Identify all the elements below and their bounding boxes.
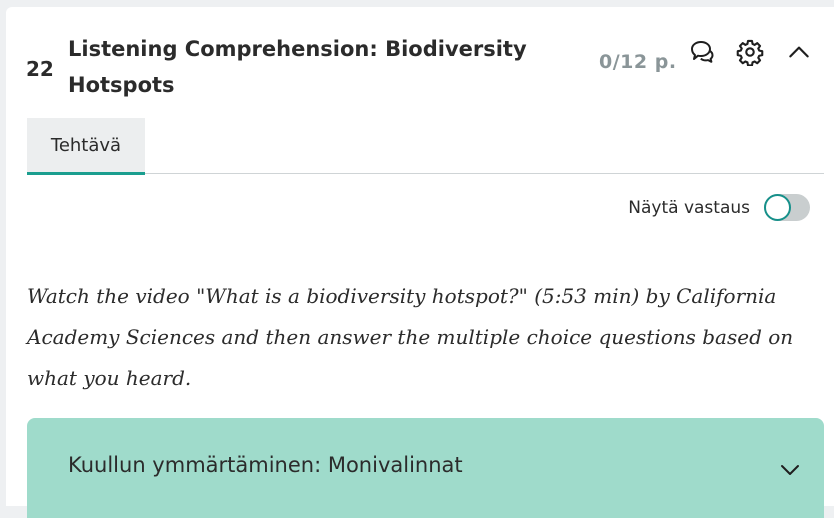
instructions-text: Watch the video "What is a biodiversity … xyxy=(27,284,794,390)
show-answer-toggle[interactable] xyxy=(764,194,810,221)
chevron-up-icon xyxy=(786,39,812,69)
comment-button[interactable] xyxy=(685,37,719,71)
exercise-card: 22 Listening Comprehension: Biodiversity… xyxy=(6,7,834,518)
question-title: Listening Comprehension: Biodiversity Ho… xyxy=(68,37,527,97)
points-score: 0/12 p. xyxy=(599,51,677,73)
tab-tehtava[interactable]: Tehtävä xyxy=(27,118,145,175)
gear-icon xyxy=(736,38,764,70)
show-answer-label: Näytä vastaus xyxy=(628,197,750,218)
show-answer-control: Näytä vastaus xyxy=(628,194,810,221)
collapse-button[interactable] xyxy=(782,37,816,71)
question-number: 22 xyxy=(26,57,54,81)
section-title: Kuullun ymmärtäminen: Monivalinnat xyxy=(68,453,463,477)
toggle-knob xyxy=(764,194,791,221)
section-accordion[interactable]: Kuullun ymmärtäminen: Monivalinnat xyxy=(27,418,824,518)
comment-bubbles-icon xyxy=(688,38,716,70)
chevron-down-icon xyxy=(778,458,802,482)
settings-button[interactable] xyxy=(733,37,767,71)
tabs-divider xyxy=(27,173,824,174)
